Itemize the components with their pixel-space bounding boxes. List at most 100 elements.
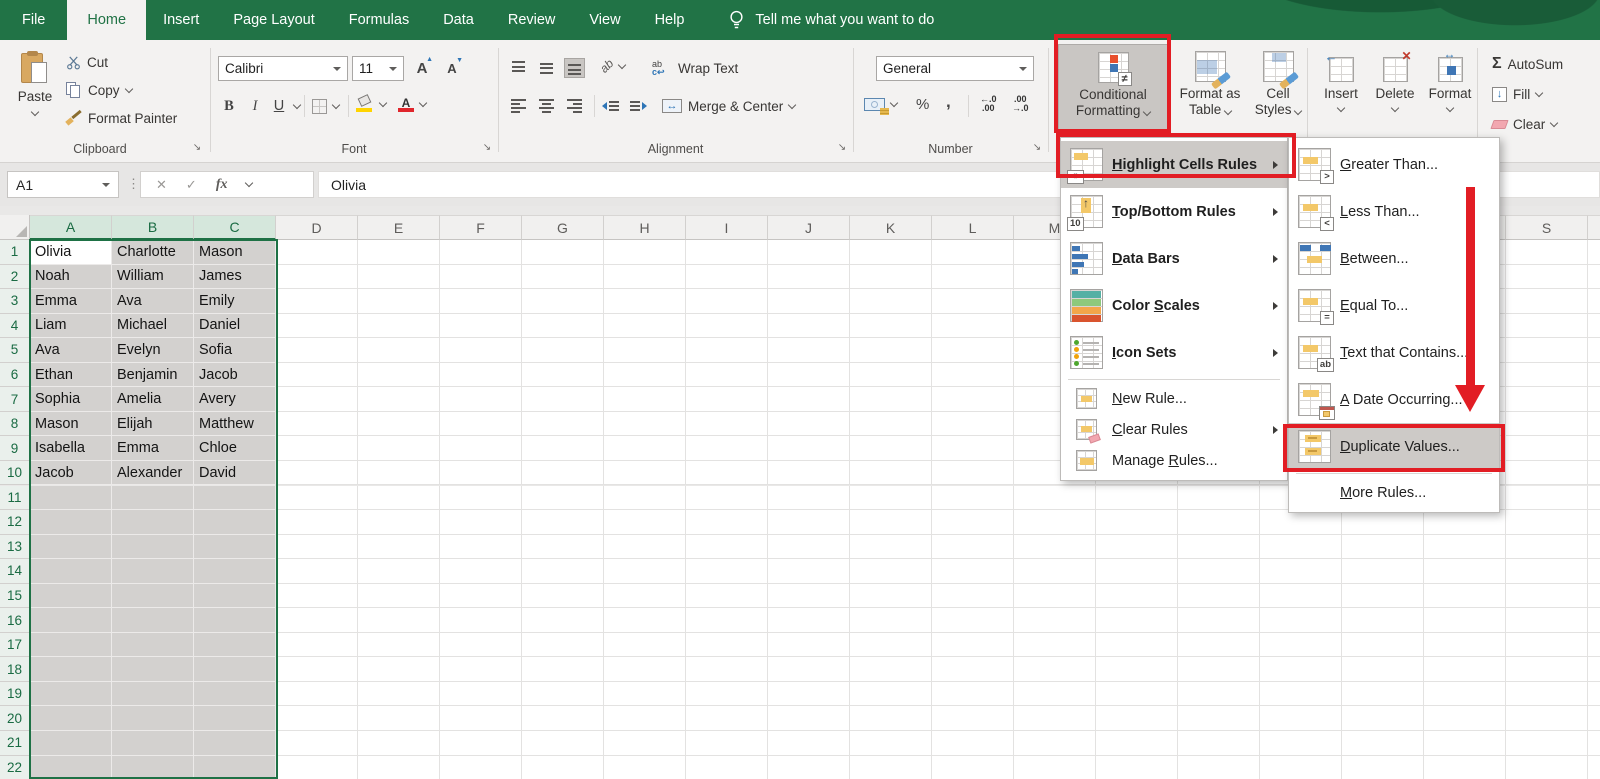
cell-O21[interactable] [1178,731,1260,756]
cell-O17[interactable] [1178,633,1260,658]
cell-N16[interactable] [1096,608,1178,633]
cell-S16[interactable] [1506,608,1588,633]
cell-D18[interactable] [276,657,358,682]
column-header-C[interactable]: C [194,215,276,240]
cell-P22[interactable] [1260,756,1342,779]
cell-J14[interactable] [768,559,850,584]
insert-cells-button[interactable]: ← Insert [1316,44,1366,140]
cell-D2[interactable] [276,265,358,290]
cell-L11[interactable] [932,486,1014,511]
cell-D13[interactable] [276,535,358,560]
cell-I1[interactable] [686,240,768,265]
cell-H12[interactable] [604,510,686,535]
tab-view[interactable]: View [572,0,637,40]
cell-L9[interactable] [932,436,1014,461]
format-painter-button[interactable]: Format Painter [66,106,177,130]
cell-C21[interactable] [194,731,276,756]
format-cells-button[interactable]: ↔ Format [1424,44,1476,140]
cell-L6[interactable] [932,363,1014,388]
cell-O18[interactable] [1178,657,1260,682]
cell-F13[interactable] [440,535,522,560]
cell-S15[interactable] [1506,584,1588,609]
cell-C3[interactable]: Emily [194,289,276,314]
cell-F3[interactable] [440,289,522,314]
column-header-B[interactable]: B [112,215,194,240]
cell-I21[interactable] [686,731,768,756]
row-header-1[interactable]: 1 [0,240,30,265]
column-header-S[interactable]: S [1506,215,1588,240]
cell-F16[interactable] [440,608,522,633]
align-center-button[interactable] [536,94,557,118]
cell-M17[interactable] [1014,633,1096,658]
cell-H17[interactable] [604,633,686,658]
submenu-item-between[interactable]: Between... [1289,235,1499,282]
cell-I7[interactable] [686,387,768,412]
cell-A13[interactable] [30,535,112,560]
menu-item-data-bars[interactable]: Data Bars [1061,235,1287,282]
cell-E6[interactable] [358,363,440,388]
submenu-item-duplicate-values[interactable]: Duplicate Values... [1289,423,1499,470]
cell-R15[interactable] [1424,584,1506,609]
cancel-icon[interactable]: ✕ [156,177,167,193]
cell-H13[interactable] [604,535,686,560]
cell-D11[interactable] [276,486,358,511]
cell-J11[interactable] [768,486,850,511]
tab-page-layout[interactable]: Page Layout [216,0,331,40]
cell-I2[interactable] [686,265,768,290]
cell-J3[interactable] [768,289,850,314]
merge-center-button[interactable]: ↔ Merge & Center [662,94,795,118]
cell-D4[interactable] [276,314,358,339]
cell-S17[interactable] [1506,633,1588,658]
cell-P17[interactable] [1260,633,1342,658]
row-header-22[interactable]: 22 [0,756,30,779]
cell-D19[interactable] [276,682,358,707]
cell-M13[interactable] [1014,535,1096,560]
cell-O22[interactable] [1178,756,1260,779]
cell-A11[interactable] [30,486,112,511]
cell-F21[interactable] [440,731,522,756]
font-color-button[interactable]: A [398,92,426,116]
cell-K1[interactable] [850,240,932,265]
cell-C15[interactable] [194,584,276,609]
cell-O20[interactable] [1178,706,1260,731]
cell-extra9[interactable] [1588,436,1600,461]
name-box[interactable]: A1 [7,171,119,198]
fx-dropdown-chevron[interactable] [245,179,253,187]
cell-extra15[interactable] [1588,584,1600,609]
cell-D7[interactable] [276,387,358,412]
underline-button[interactable]: U [270,94,300,118]
tab-help[interactable]: Help [638,0,702,40]
cell-L13[interactable] [932,535,1014,560]
cell-C16[interactable] [194,608,276,633]
cell-N17[interactable] [1096,633,1178,658]
cell-D8[interactable] [276,412,358,437]
cell-S22[interactable] [1506,756,1588,779]
cell-E17[interactable] [358,633,440,658]
cell-O13[interactable] [1178,535,1260,560]
insert-function-icon[interactable]: fx [216,177,228,193]
row-header-19[interactable]: 19 [0,682,30,707]
cell-C13[interactable] [194,535,276,560]
cell-extra19[interactable] [1588,682,1600,707]
cell-O14[interactable] [1178,559,1260,584]
cell-extra7[interactable] [1588,387,1600,412]
cell-E22[interactable] [358,756,440,779]
cell-G16[interactable] [522,608,604,633]
cell-E9[interactable] [358,436,440,461]
cell-K16[interactable] [850,608,932,633]
cell-H22[interactable] [604,756,686,779]
cell-E14[interactable] [358,559,440,584]
column-header-extra[interactable] [1588,215,1600,240]
cell-S3[interactable] [1506,289,1588,314]
cell-S2[interactable] [1506,265,1588,290]
cell-R13[interactable] [1424,535,1506,560]
cell-F5[interactable] [440,338,522,363]
cell-J16[interactable] [768,608,850,633]
cell-L12[interactable] [932,510,1014,535]
cell-G2[interactable] [522,265,604,290]
cell-P19[interactable] [1260,682,1342,707]
cell-F12[interactable] [440,510,522,535]
cell-I8[interactable] [686,412,768,437]
cell-G18[interactable] [522,657,604,682]
cell-A22[interactable] [30,756,112,779]
